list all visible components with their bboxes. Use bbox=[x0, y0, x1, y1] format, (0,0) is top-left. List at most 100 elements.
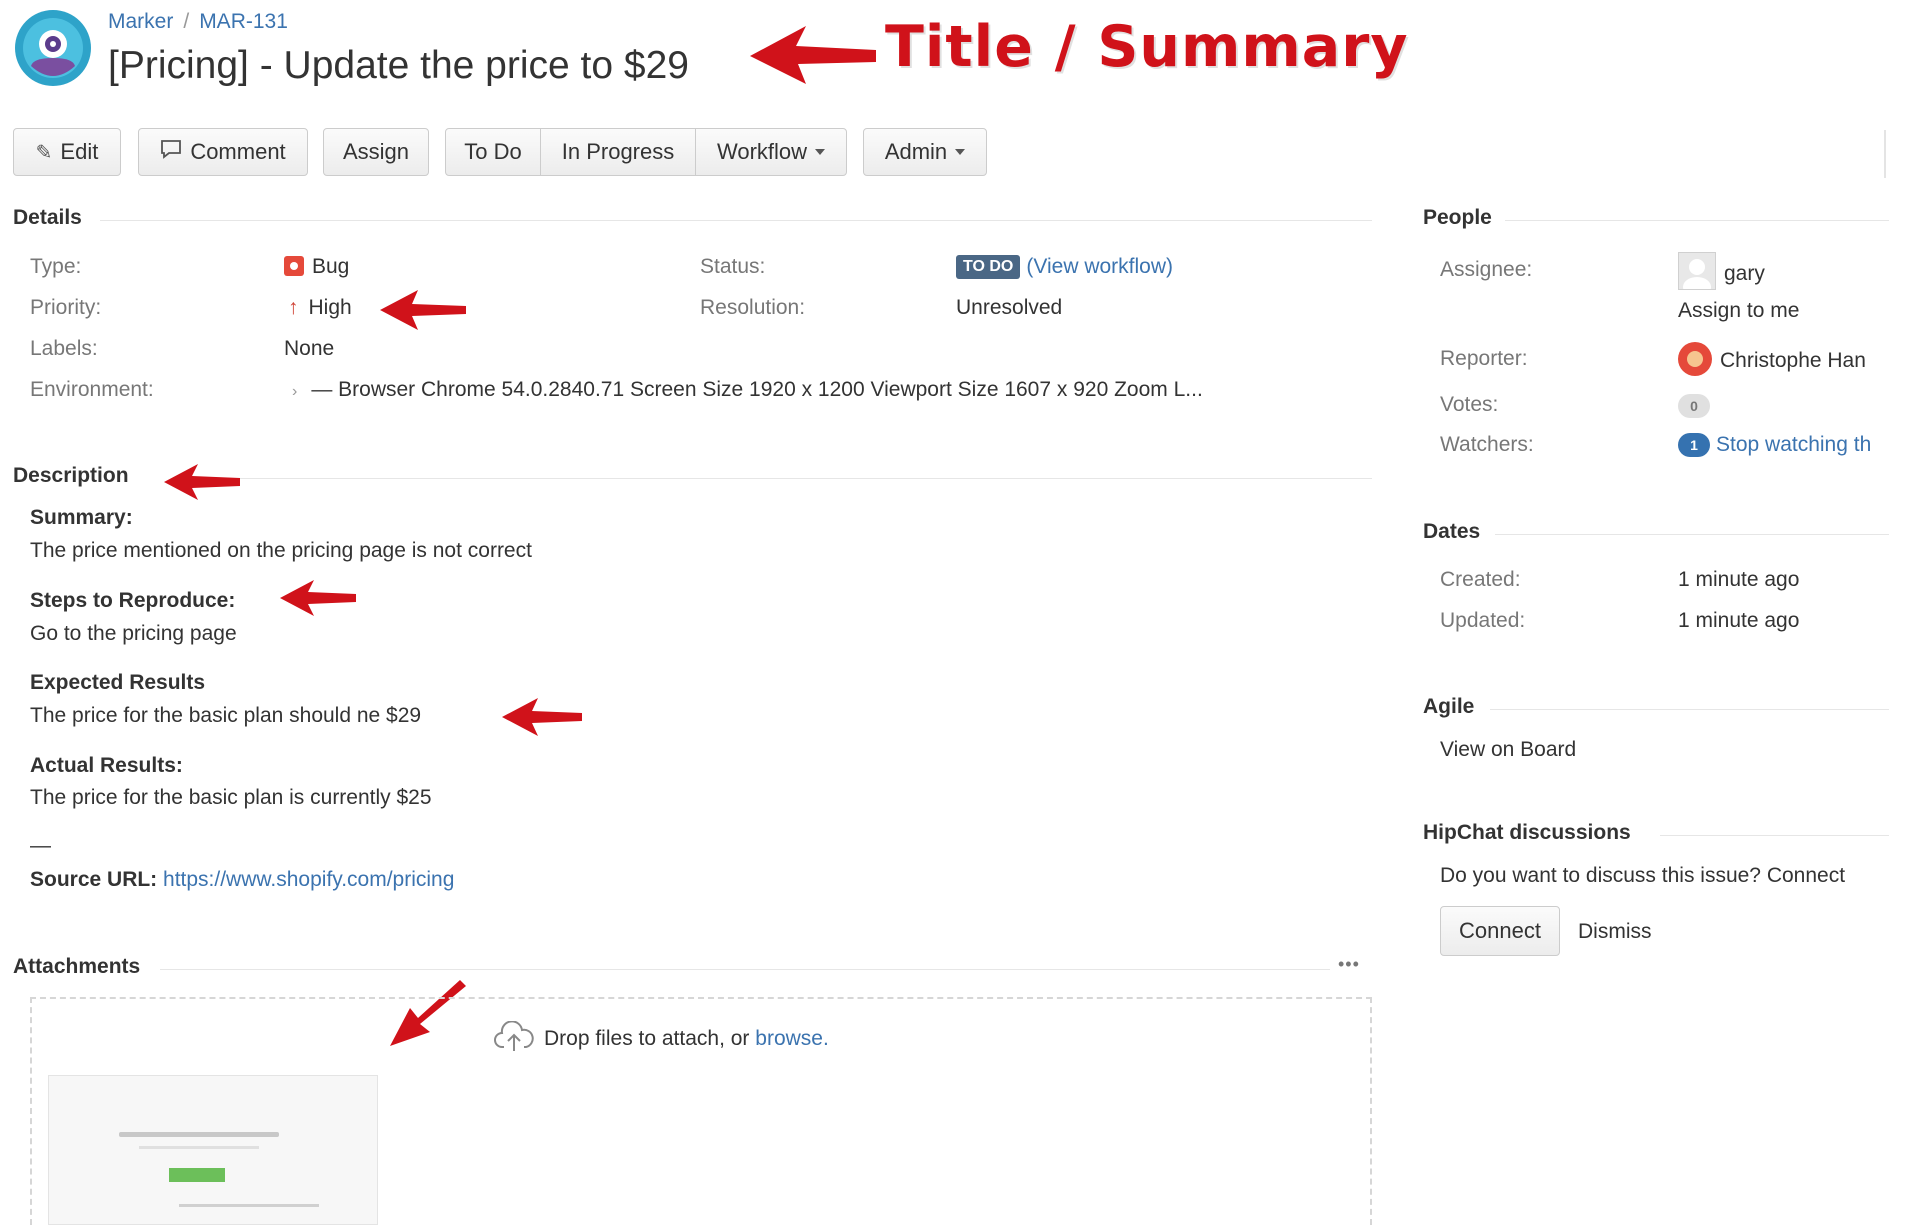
edit-button[interactable]: ✎ Edit bbox=[13, 128, 121, 176]
resolution-value: Unresolved bbox=[956, 296, 1063, 319]
status-label: Status: bbox=[700, 255, 766, 278]
updated-label: Updated: bbox=[1440, 609, 1526, 632]
expected-text: The price for the basic plan should ne $… bbox=[30, 704, 422, 727]
watchers-badge: 1 bbox=[1678, 433, 1710, 457]
priority-label: Priority: bbox=[30, 296, 102, 319]
comment-button[interactable]: Comment bbox=[138, 128, 308, 176]
todo-button[interactable]: To Do bbox=[445, 128, 541, 176]
assign-to-me-link[interactable]: Assign to me bbox=[1678, 299, 1799, 323]
watchers-value[interactable]: 1 Stop watching th bbox=[1678, 433, 1871, 457]
drop-files-row: Drop files to attach, or browse. bbox=[494, 1020, 829, 1059]
resolution-label: Resolution: bbox=[700, 296, 806, 319]
reporter-value[interactable]: Christophe Han bbox=[1678, 342, 1866, 376]
hipchat-divider bbox=[1660, 835, 1889, 836]
annotation-arrow-icon bbox=[164, 464, 240, 500]
environment-value-text: — Browser Chrome 54.0.2840.71 Screen Siz… bbox=[311, 378, 1203, 401]
environment-label: Environment: bbox=[30, 378, 154, 401]
annotation-title-summary: Title / Summary bbox=[885, 14, 1409, 80]
priority-high-icon: ↑ bbox=[288, 296, 299, 319]
people-heading: People bbox=[1423, 206, 1492, 229]
people-divider bbox=[1505, 220, 1889, 221]
summary-text: The price mentioned on the pricing page … bbox=[30, 539, 532, 562]
reporter-avatar bbox=[1678, 342, 1712, 376]
workflow-dropdown[interactable]: Workflow bbox=[695, 128, 847, 176]
watchers-label: Watchers: bbox=[1440, 433, 1534, 456]
comment-button-label: Comment bbox=[190, 139, 286, 164]
type-label: Type: bbox=[30, 255, 82, 278]
breadcrumb-issue-link[interactable]: MAR-131 bbox=[199, 10, 288, 33]
actual-text: The price for the basic plan is currentl… bbox=[30, 786, 432, 809]
created-value: 1 minute ago bbox=[1678, 568, 1800, 591]
admin-dropdown-label: Admin bbox=[884, 139, 948, 164]
workflow-dropdown-label: Workflow bbox=[716, 139, 808, 164]
summary-label: Summary: bbox=[30, 506, 133, 529]
status-value: TO DO (View workflow) bbox=[956, 255, 1173, 279]
chevron-down-icon bbox=[815, 149, 826, 155]
assignee-name: gary bbox=[1724, 262, 1765, 285]
steps-label: Steps to Reproduce: bbox=[30, 589, 236, 612]
source-url-link[interactable]: https://www.shopify.com/pricing bbox=[163, 868, 454, 891]
annotation-arrow-icon bbox=[280, 580, 356, 616]
assign-button[interactable]: Assign bbox=[323, 128, 429, 176]
project-avatar[interactable] bbox=[13, 8, 93, 88]
attachments-more-button[interactable]: ••• bbox=[1338, 954, 1360, 975]
bug-icon bbox=[284, 256, 304, 276]
created-label: Created: bbox=[1440, 568, 1521, 591]
source-url-label: Source URL: bbox=[30, 868, 158, 891]
reporter-label: Reporter: bbox=[1440, 347, 1528, 370]
edit-button-label: Edit bbox=[60, 139, 99, 164]
description-divider-text: — bbox=[30, 834, 51, 857]
connect-button[interactable]: Connect bbox=[1440, 906, 1560, 956]
hipchat-heading: HipChat discussions bbox=[1423, 821, 1631, 844]
page-title[interactable]: [Pricing] - Update the price to $29 bbox=[108, 44, 689, 88]
annotation-arrow-icon bbox=[750, 26, 876, 84]
assign-button-label: Assign bbox=[342, 139, 410, 164]
updated-value: 1 minute ago bbox=[1678, 609, 1800, 632]
admin-dropdown[interactable]: Admin bbox=[863, 128, 987, 176]
breadcrumb: Marker / MAR-131 bbox=[108, 10, 288, 34]
type-value-text: Bug bbox=[312, 255, 350, 278]
environment-value[interactable]: › — Browser Chrome 54.0.2840.71 Screen Si… bbox=[292, 378, 1203, 402]
details-divider bbox=[100, 220, 1372, 221]
description-heading: Description bbox=[13, 464, 129, 487]
expand-chevron-icon[interactable]: › bbox=[292, 383, 297, 400]
view-on-board-link[interactable]: View on Board bbox=[1440, 738, 1576, 762]
labels-label: Labels: bbox=[30, 337, 98, 360]
hipchat-prompt: Do you want to discuss this issue? Conne… bbox=[1440, 864, 1846, 887]
dates-heading: Dates bbox=[1423, 520, 1481, 543]
browse-link[interactable]: browse. bbox=[755, 1027, 829, 1050]
details-heading: Details bbox=[13, 206, 82, 229]
assignee-value[interactable]: gary bbox=[1678, 252, 1765, 290]
attachment-thumbnail[interactable] bbox=[48, 1075, 378, 1225]
thumbnail-preview-subtext bbox=[139, 1146, 259, 1149]
dismiss-link[interactable]: Dismiss bbox=[1578, 920, 1652, 944]
description-divider bbox=[240, 478, 1372, 479]
priority-value-text: High bbox=[308, 296, 352, 319]
avatar bbox=[1678, 252, 1716, 290]
in-progress-button-label: In Progress bbox=[561, 139, 675, 164]
status-badge: TO DO bbox=[956, 255, 1021, 279]
view-workflow-link[interactable]: (View workflow) bbox=[1026, 255, 1173, 278]
breadcrumb-project-link[interactable]: Marker bbox=[108, 10, 173, 33]
pencil-icon: ✎ bbox=[35, 141, 53, 164]
toolbar-edge-divider bbox=[1884, 130, 1886, 178]
reporter-name: Christophe Han bbox=[1720, 349, 1866, 372]
votes-badge[interactable]: 0 bbox=[1678, 394, 1710, 418]
thumbnail-preview-text bbox=[119, 1132, 279, 1137]
type-value: Bug bbox=[284, 255, 349, 279]
annotation-arrow-icon bbox=[502, 698, 582, 736]
annotation-arrow-icon bbox=[380, 290, 466, 330]
stop-watching-link[interactable]: Stop watching th bbox=[1716, 433, 1871, 456]
chevron-down-icon bbox=[955, 149, 966, 155]
thumbnail-preview-button bbox=[169, 1168, 225, 1182]
cloud-upload-icon bbox=[494, 1020, 534, 1059]
labels-value: None bbox=[284, 337, 335, 360]
assignee-label: Assignee: bbox=[1440, 258, 1533, 281]
source-url-row: Source URL: https://www.shopify.com/pric… bbox=[30, 868, 454, 892]
attachments-divider bbox=[160, 969, 1330, 970]
votes-label: Votes: bbox=[1440, 393, 1499, 416]
priority-value: ↑ High bbox=[288, 296, 352, 320]
expected-label: Expected Results bbox=[30, 671, 206, 694]
drop-files-text: Drop files to attach, or bbox=[544, 1027, 750, 1050]
in-progress-button[interactable]: In Progress bbox=[540, 128, 696, 176]
